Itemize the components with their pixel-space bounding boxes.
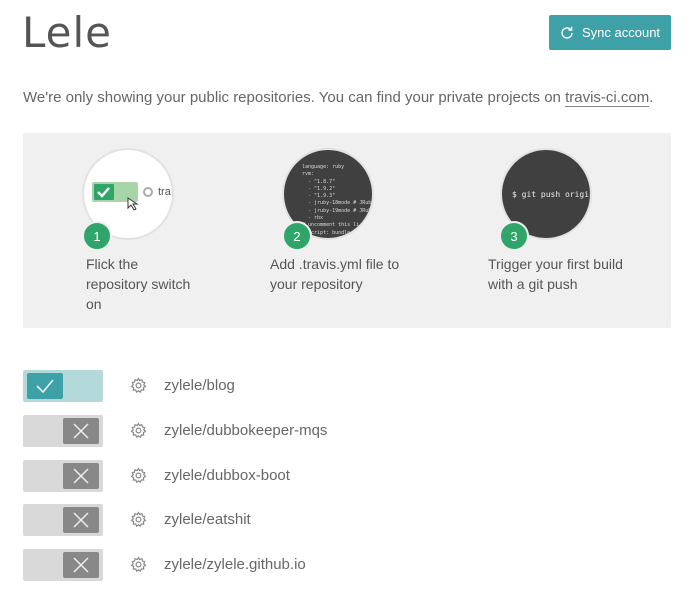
repo-name[interactable]: zylele/dubbokeeper-mqs xyxy=(164,422,327,439)
repo-name[interactable]: zylele/eatshit xyxy=(164,511,251,528)
sync-account-label: Sync account xyxy=(582,25,661,40)
step-text-line: repository switch xyxy=(86,276,191,292)
step-text-line: Trigger your first build xyxy=(488,256,623,272)
repo-toggle-switch[interactable] xyxy=(23,549,103,581)
notice-suffix: . xyxy=(649,89,654,106)
refresh-icon xyxy=(559,25,575,41)
step-2-description: Add .travis.yml file to your repository xyxy=(270,254,430,294)
gear-icon[interactable] xyxy=(130,377,147,394)
repo-row: zylele/blog xyxy=(23,370,663,402)
step-number-badge: 2 xyxy=(282,221,312,251)
checkmark-icon xyxy=(27,373,63,399)
step-1-description: Flick the repository switch on xyxy=(86,254,216,314)
repo-toggle-switch[interactable] xyxy=(23,460,103,492)
repo-row: zylele/dubbox-boot xyxy=(23,460,663,492)
gear-icon[interactable] xyxy=(130,467,147,484)
repo-row: zylele/zylele.github.io xyxy=(23,549,663,581)
page-title: Lele xyxy=(22,8,113,57)
repo-toggle-switch[interactable] xyxy=(23,415,103,447)
repo-name[interactable]: zylele/zylele.github.io xyxy=(164,556,306,573)
step-number-badge: 1 xyxy=(82,221,112,251)
step-3-description: Trigger your first build with a git push xyxy=(488,254,658,294)
code-snippet: language: ruby rvm: - "1.8.7" - "1.9.2" … xyxy=(302,164,374,236)
step-text-line: your repository xyxy=(270,276,363,292)
repo-row: zylele/eatshit xyxy=(23,504,663,536)
repo-row: zylele/dubbokeeper-mqs xyxy=(23,415,663,447)
x-icon xyxy=(63,418,99,444)
getting-started-steps: tra 1 Flick the repository switch on lan… xyxy=(23,133,671,328)
x-icon xyxy=(63,552,99,578)
x-icon xyxy=(63,507,99,533)
step-text-line: Add .travis.yml file to xyxy=(270,256,400,272)
repo-toggle-switch[interactable] xyxy=(23,504,103,536)
repo-toggle-switch[interactable] xyxy=(23,370,103,402)
gear-icon[interactable] xyxy=(130,511,147,528)
travis-ci-com-link[interactable]: travis-ci.com xyxy=(565,89,650,107)
repo-name[interactable]: zylele/blog xyxy=(164,377,235,394)
private-repos-notice: We're only showing your public repositor… xyxy=(23,89,654,107)
step-text-line: Flick the xyxy=(86,256,139,272)
x-icon xyxy=(63,463,99,489)
notice-text: We're only showing your public repositor… xyxy=(23,89,566,106)
gear-icon[interactable] xyxy=(130,422,147,439)
repo-name[interactable]: zylele/dubbox-boot xyxy=(164,467,290,484)
illustration-text: tra xyxy=(158,186,171,198)
step-number-badge: 3 xyxy=(499,221,529,251)
step-text-line: on xyxy=(86,296,102,312)
step-text-line: with a git push xyxy=(488,276,578,292)
git-command: $ git push origin xyxy=(512,190,592,199)
sync-account-button[interactable]: Sync account xyxy=(549,15,671,50)
gear-icon[interactable] xyxy=(130,556,147,573)
